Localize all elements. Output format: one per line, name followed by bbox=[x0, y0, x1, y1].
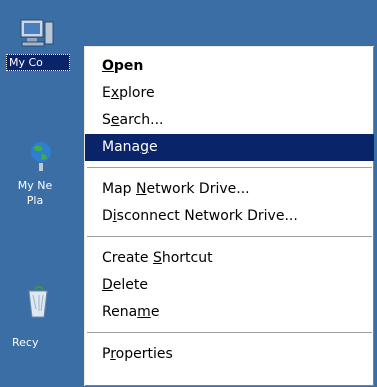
my-computer-icon bbox=[20, 19, 54, 47]
recycle-bin-label: Recy bbox=[12, 336, 39, 349]
desktop-icon-my-computer[interactable]: My Co bbox=[6, 18, 70, 71]
menu-item-delete[interactable]: Delete bbox=[85, 272, 374, 299]
menu-separator bbox=[87, 167, 372, 169]
recycle-bin-icon bbox=[28, 286, 48, 318]
my-computer-label: My Co bbox=[6, 54, 70, 71]
menu-item-rename[interactable]: Rename bbox=[85, 299, 374, 326]
network-places-icon bbox=[31, 142, 51, 171]
network-places-label: My Ne Pla bbox=[17, 179, 53, 207]
menu-separator bbox=[87, 332, 372, 334]
menu-item-manage[interactable]: Manage bbox=[85, 134, 374, 161]
menu-separator bbox=[87, 236, 372, 238]
menu-item-open[interactable]: Open bbox=[85, 53, 374, 80]
desktop-icon-network-places[interactable]: My Ne Pla bbox=[4, 138, 66, 208]
context-menu: Open Explore Search... Manage Map Networ… bbox=[84, 46, 374, 386]
menu-item-create-shortcut[interactable]: Create Shortcut bbox=[85, 245, 374, 272]
menu-item-map-network-drive[interactable]: Map Network Drive... bbox=[85, 176, 374, 203]
desktop-icon-recycle-bin[interactable]: Recy bbox=[4, 285, 66, 350]
menu-item-search[interactable]: Search... bbox=[85, 107, 374, 134]
menu-item-properties[interactable]: Properties bbox=[85, 341, 374, 368]
menu-item-explore[interactable]: Explore bbox=[85, 80, 374, 107]
menu-item-disconnect-network-drive[interactable]: Disconnect Network Drive... bbox=[85, 203, 374, 230]
